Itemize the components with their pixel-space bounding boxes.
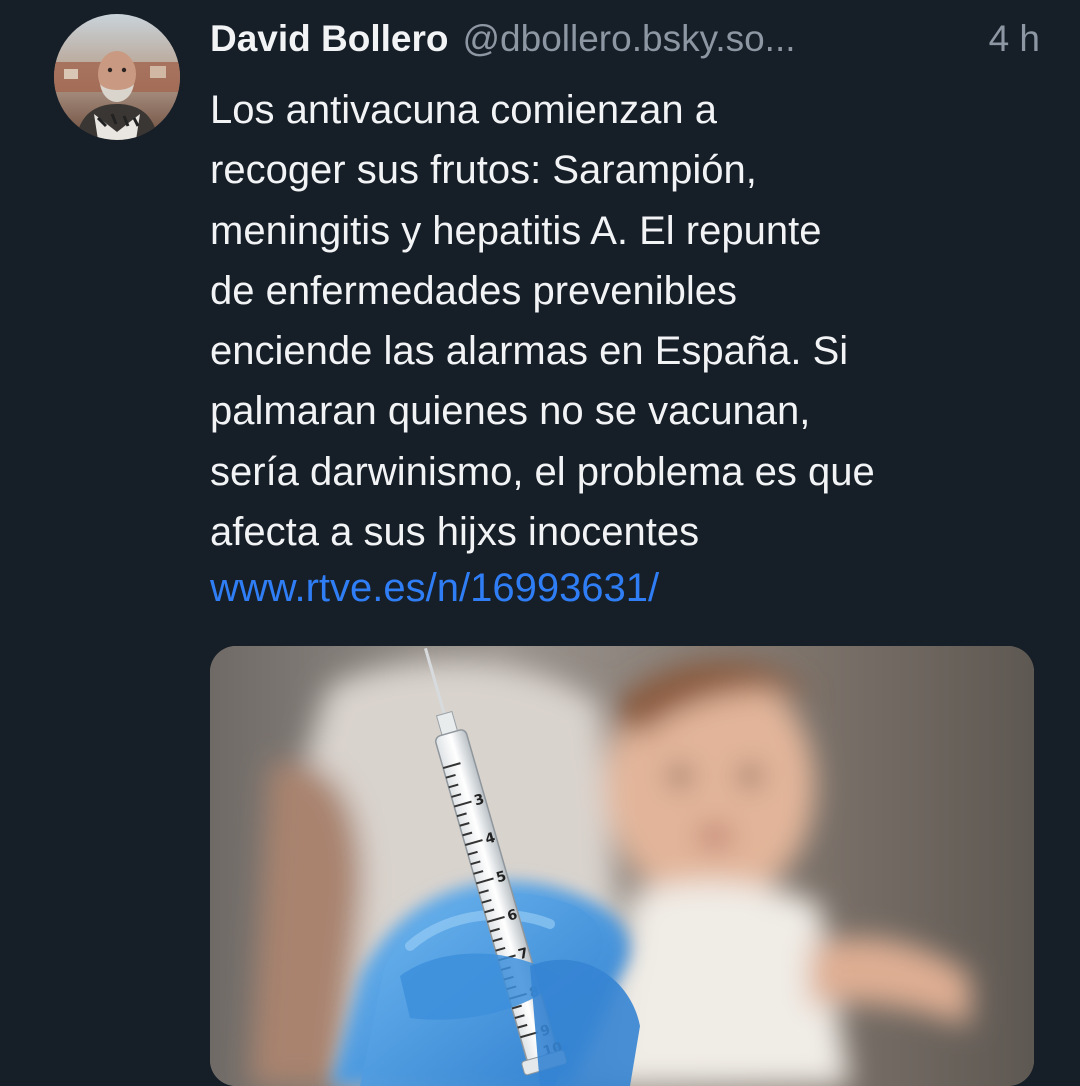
post-text-line: recoger sus frutos: Sarampión, bbox=[210, 148, 757, 193]
post-text-line: de enfermedades prevenibles bbox=[210, 268, 738, 313]
post-text-line: afecta a sus hijxs inocentes bbox=[210, 510, 700, 555]
embedded-image[interactable]: 3 4 5 6 7 8 9 10 bbox=[210, 646, 1034, 1086]
post-text-line: Los antivacuna comienzan a bbox=[210, 88, 717, 132]
author-avatar[interactable] bbox=[54, 14, 180, 140]
author-name[interactable]: David Bollero bbox=[210, 18, 449, 60]
post-card[interactable]: David Bollero @dbollero.bsky.so... 4 h L… bbox=[0, 0, 1080, 1086]
post-text-line: enciende las alarmas en España. Si bbox=[210, 329, 849, 374]
post-header: David Bollero @dbollero.bsky.so... 4 h bbox=[210, 18, 1040, 68]
avatar-photo bbox=[54, 14, 180, 140]
external-link[interactable]: www.rtve.es/n/16993631/ bbox=[210, 562, 659, 614]
author-handle[interactable]: @dbollero.bsky.so... bbox=[463, 18, 967, 60]
post-text-line: sería darwinismo, el problema es que bbox=[210, 449, 875, 494]
post-text: Los antivacuna comienzan a recoger sus f… bbox=[210, 80, 1040, 562]
post-timestamp[interactable]: 4 h bbox=[989, 18, 1040, 60]
post-text-line: palmaran quienes no se vacunan, bbox=[210, 389, 811, 434]
vaccine-photo: 3 4 5 6 7 8 9 10 bbox=[210, 646, 1034, 1086]
post-text-line: meningitis y hepatitis A. El repunte bbox=[210, 208, 822, 253]
